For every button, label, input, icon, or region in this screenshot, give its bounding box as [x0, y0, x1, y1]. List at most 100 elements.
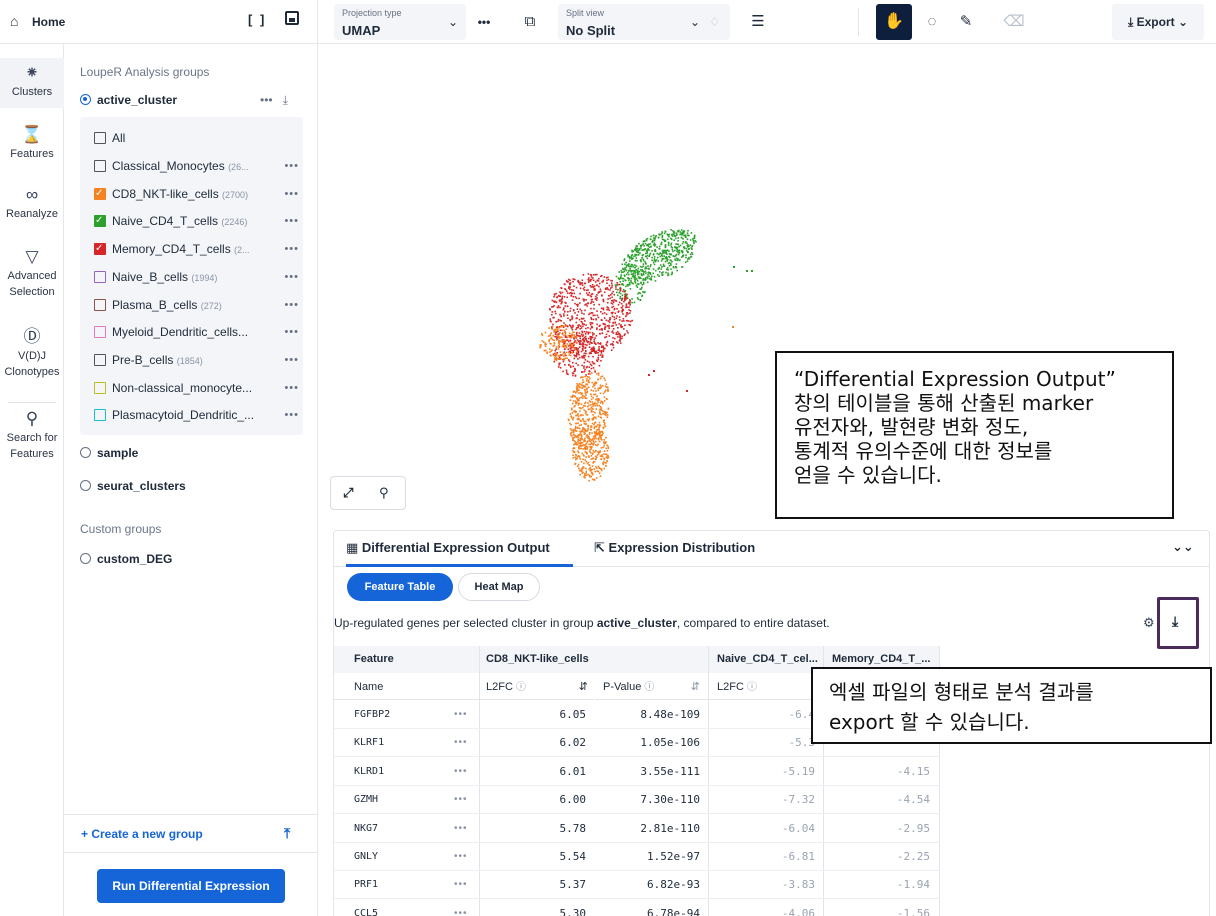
checkbox-icon[interactable] — [94, 326, 106, 339]
more-icon[interactable]: ••• — [472, 10, 496, 34]
checkbox-icon[interactable] — [94, 409, 106, 422]
table-row[interactable]: NKG7 ••• 5.78 2.81e-110 -6.04 -2.95 — [334, 815, 940, 843]
header-group-cd8[interactable]: CD8_NKT-like_cells — [480, 646, 708, 673]
cluster-item[interactable]: Non-classical_monocyte... ••• — [94, 379, 299, 397]
row-more-icon[interactable]: ••• — [454, 843, 468, 871]
more-icon[interactable]: ••• — [284, 379, 299, 397]
checkbox-checked-icon[interactable] — [94, 240, 106, 258]
gear-icon[interactable]: ⚙ — [1143, 615, 1155, 631]
group-radio-custom-deg[interactable]: custom_DEG — [80, 550, 172, 568]
header-l2fc[interactable]: L2FC ⓘ ⇵ — [480, 674, 594, 700]
brush-icon[interactable]: ✎ — [954, 10, 978, 34]
more-icon[interactable]: ••• — [284, 406, 299, 424]
more-icon[interactable]: ••• — [284, 212, 299, 230]
rail-advanced-selection[interactable]: ▽ Advanced Selection — [0, 246, 64, 300]
table-row[interactable]: KLRD1 ••• 6.01 3.55e-111 -5.19 -4.15 — [334, 758, 940, 786]
sliders-icon[interactable]: ☰ — [746, 10, 770, 34]
help-icon[interactable]: ⓘ — [644, 682, 654, 693]
home-label[interactable]: Home — [32, 15, 65, 29]
row-more-icon[interactable]: ••• — [454, 786, 468, 814]
more-icon[interactable]: ••• — [284, 157, 299, 175]
group-label: seurat_clusters — [97, 479, 186, 493]
lasso-icon[interactable]: ◌ — [920, 10, 944, 34]
fit-view-icon[interactable]: ⤢ — [343, 485, 353, 501]
tab-expression-distribution[interactable]: ⇱ Expression Distribution — [594, 540, 755, 556]
checkbox-icon[interactable] — [94, 298, 106, 311]
checkbox-icon[interactable] — [94, 381, 106, 394]
zoom-in-icon[interactable]: ⚲ — [379, 485, 389, 501]
row-more-icon[interactable]: ••• — [454, 815, 468, 843]
pan-hand-icon[interactable]: ✋ — [876, 4, 912, 40]
rail-reanalyze[interactable]: ∞ Reanalyze — [0, 184, 64, 222]
more-icon[interactable]: ••• — [284, 296, 299, 314]
cluster-item[interactable]: Myeloid_Dendritic_cells... ••• — [94, 323, 299, 341]
rail-features[interactable]: ⌛ Features — [0, 124, 64, 162]
more-icon[interactable]: ••• — [260, 93, 273, 107]
row-more-icon[interactable]: ••• — [454, 871, 468, 899]
more-icon[interactable]: ••• — [284, 323, 299, 341]
more-icon[interactable]: ••• — [284, 351, 299, 369]
table-row[interactable]: PRF1 ••• 5.37 6.82e-93 -3.83 -1.94 — [334, 871, 940, 900]
header-pvalue[interactable]: P-Value ⓘ ⇵ — [595, 674, 708, 700]
cluster-count: (272) — [200, 300, 222, 311]
home-icon[interactable]: ⌂ — [10, 13, 18, 29]
sort-icon[interactable]: ⇵ — [579, 674, 588, 700]
header-group-naive[interactable]: Naive_CD4_T_cel... — [709, 646, 823, 673]
collapse-icon[interactable]: ⌄⌄ — [1172, 539, 1194, 555]
cluster-item[interactable]: Memory_CD4_T_cells (2... ••• — [94, 240, 299, 258]
save-icon[interactable] — [285, 11, 299, 25]
download-icon[interactable]: ⤓ — [283, 93, 288, 107]
export-button[interactable]: ⤓ Export ⌄ — [1112, 4, 1204, 40]
cluster-item[interactable]: CD8_NKT-like_cells (2700) ••• — [94, 185, 299, 203]
feature-table-button[interactable]: Feature Table — [347, 573, 453, 601]
checkbox-checked-icon[interactable] — [94, 212, 106, 230]
tab-differential-expression[interactable]: ▦ Differential Expression Output — [346, 540, 550, 556]
checkbox-icon[interactable] — [94, 132, 106, 144]
split-view-select[interactable]: Split view No Split ⌄ ♢ — [558, 4, 730, 40]
cluster-item[interactable]: Naive_CD4_T_cells (2246) ••• — [94, 212, 299, 230]
cluster-item[interactable]: Pre-B_cells (1854) ••• — [94, 351, 299, 369]
cluster-item[interactable]: Naive_B_cells (1994) ••• — [94, 268, 299, 286]
row-more-icon[interactable]: ••• — [454, 758, 468, 786]
vdj-icon: Ⓓ — [23, 327, 41, 346]
rail-clusters[interactable]: ⁕ Clusters — [0, 58, 64, 108]
checkbox-icon[interactable] — [94, 353, 106, 366]
group-radio-active-cluster[interactable]: active_cluster — [80, 91, 177, 109]
more-icon[interactable]: ••• — [284, 268, 299, 286]
checkbox-checked-icon[interactable] — [94, 185, 106, 203]
more-icon[interactable]: ••• — [284, 185, 299, 203]
upload-icon[interactable]: ⤒ — [284, 825, 290, 842]
rail-search-features[interactable]: ⚲ Search for Features — [0, 408, 64, 462]
group-radio-sample[interactable]: sample — [80, 444, 138, 462]
table-row[interactable]: GNLY ••• 5.54 1.52e-97 -6.81 -2.25 — [334, 843, 940, 871]
table-row[interactable]: CCL5 ••• 5.30 6.78e-94 -4.06 -1.56 — [334, 900, 940, 916]
row-more-icon[interactable]: ••• — [454, 701, 468, 729]
window-icon[interactable]: ⧉ — [518, 10, 542, 34]
cluster-item[interactable]: Plasmacytoid_Dendritic_... ••• — [94, 406, 299, 424]
help-icon[interactable]: ⓘ — [516, 682, 526, 693]
more-icon[interactable]: ••• — [284, 240, 299, 258]
fullscreen-icon[interactable]: [ ] — [248, 12, 266, 27]
l2fc-value: 6.02 — [559, 736, 587, 750]
checkbox-icon[interactable] — [94, 270, 106, 283]
table-row[interactable]: GZMH ••• 6.00 7.30e-110 -7.32 -4.54 — [334, 786, 940, 815]
l2fc-value: 5.54 — [559, 850, 587, 863]
cluster-label: Plasmacytoid_Dendritic_... — [112, 408, 255, 423]
create-group-link[interactable]: + Create a new group — [81, 827, 203, 841]
row-more-icon[interactable]: ••• — [454, 729, 468, 757]
eraser-icon[interactable]: ⌫ — [1002, 10, 1026, 34]
group-actions[interactable]: ••• ⤓ — [260, 93, 288, 108]
checkbox-icon[interactable] — [94, 160, 106, 172]
cluster-item[interactable]: Classical_Monocytes (26... ••• — [94, 157, 299, 175]
header-l2fc-naive[interactable]: L2FC ⓘ — [709, 674, 823, 700]
projection-type-select[interactable]: Projection type UMAP ⌄ — [334, 4, 466, 40]
heat-map-button[interactable]: Heat Map — [458, 573, 540, 601]
help-icon[interactable]: ⓘ — [747, 682, 757, 693]
cluster-all[interactable]: All — [94, 129, 299, 147]
sort-icon[interactable]: ⇵ — [691, 674, 700, 700]
rail-vdj-clonotypes[interactable]: Ⓓ V(D)J Clonotypes — [0, 326, 64, 380]
cluster-item[interactable]: Plasma_B_cells (272) ••• — [94, 296, 299, 314]
row-more-icon[interactable]: ••• — [454, 900, 468, 916]
run-differential-expression-button[interactable]: Run Differential Expression — [97, 869, 285, 903]
group-radio-seurat-clusters[interactable]: seurat_clusters — [80, 477, 186, 495]
